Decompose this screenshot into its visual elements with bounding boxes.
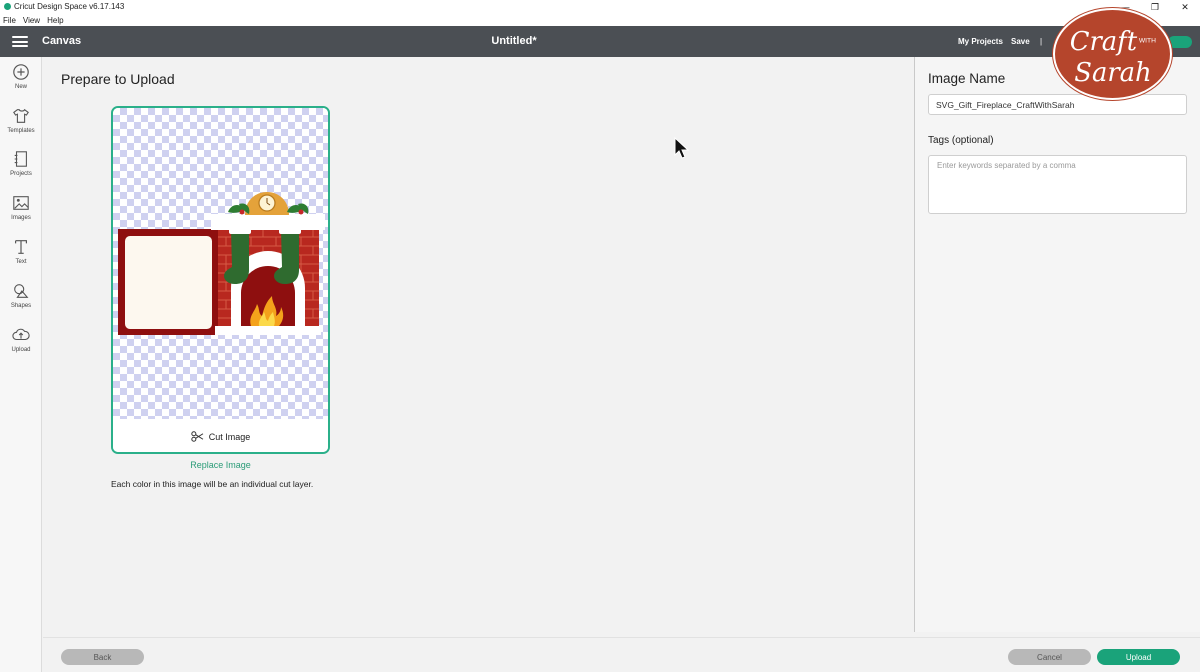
cut-image-row: Cut Image [113, 419, 328, 452]
sidebar-item-upload[interactable]: Upload [0, 326, 42, 366]
cancel-button[interactable]: Cancel [1008, 649, 1091, 665]
cloud-upload-icon [12, 328, 30, 341]
app-header: Canvas Untitled* My Projects Save | [0, 26, 1200, 57]
brand-line-3: Sarah [1074, 58, 1151, 88]
cut-image-label: Cut Image [208, 431, 251, 442]
window-title-text: Cricut Design Space v6.17.143 [14, 2, 125, 11]
sidebar-item-shapes[interactable]: Shapes [0, 282, 42, 322]
menu-help[interactable]: Help [47, 16, 63, 25]
fireplace-artwork-image [118, 192, 325, 335]
tags-label: Tags (optional) [928, 135, 994, 146]
replace-image-link[interactable]: Replace Image [111, 460, 330, 470]
sidebar-item-label: Shapes [10, 303, 32, 309]
header-separator: | [1040, 37, 1043, 46]
app-logo-icon [4, 3, 11, 10]
cut-layer-info-text: Each color in this image will be an indi… [111, 479, 314, 489]
craft-with-sarah-logo: Craft WITH Sarah [1053, 8, 1172, 100]
plus-circle-icon [13, 64, 29, 80]
window-menubar: File View Help [0, 14, 1200, 26]
sidebar-item-images[interactable]: Images [0, 194, 42, 234]
notebook-icon [14, 151, 27, 167]
my-projects-button[interactable]: My Projects [958, 37, 1003, 46]
image-icon [13, 196, 29, 210]
back-button[interactable]: Back [61, 649, 144, 665]
mouse-cursor-icon [674, 137, 690, 159]
sidebar-item-templates[interactable]: Templates [0, 107, 42, 147]
brand-logo-art: Craft WITH Sarah [1070, 27, 1156, 88]
text-t-icon [15, 240, 27, 254]
tool-sidebar: New Templates Projects Images Text Shape… [0, 57, 42, 672]
tags-input[interactable] [928, 155, 1187, 214]
sidebar-item-new[interactable]: New [0, 63, 42, 103]
sidebar-item-label: New [14, 84, 27, 90]
header-toggle-switch[interactable] [1168, 36, 1192, 48]
footer-bar: Back Cancel Upload [43, 637, 1200, 672]
shirt-icon [13, 108, 29, 123]
sidebar-item-text[interactable]: Text [0, 238, 42, 278]
sidebar-item-projects[interactable]: Projects [0, 150, 42, 190]
sidebar-item-label: Upload [11, 347, 31, 353]
page-title: Prepare to Upload [61, 71, 175, 87]
upload-button[interactable]: Upload [1097, 649, 1180, 665]
image-details-panel: Image Name Tags (optional) [914, 57, 1200, 632]
sidebar-item-label: Projects [10, 171, 32, 177]
window-title: Cricut Design Space v6.17.143 [4, 2, 124, 11]
sidebar-item-label: Images [11, 215, 31, 221]
sidebar-item-label: Templates [7, 128, 35, 134]
sidebar-item-label: Text [15, 259, 27, 265]
main-canvas: Prepare to Upload Cut Image Replace Imag… [43, 57, 914, 637]
image-preview-card: Cut Image [111, 106, 330, 454]
window-titlebar: Cricut Design Space v6.17.143 — ❐ ✕ [0, 0, 1200, 14]
project-title: Untitled* [491, 35, 537, 47]
brand-line-2: WITH [1139, 38, 1156, 45]
save-button[interactable]: Save [1011, 37, 1030, 46]
close-button[interactable]: ✕ [1170, 0, 1200, 14]
shapes-icon [14, 284, 29, 298]
image-name-heading: Image Name [928, 71, 1006, 86]
menu-view[interactable]: View [23, 16, 40, 25]
scissors-icon [191, 431, 204, 442]
menu-file[interactable]: File [3, 16, 16, 25]
brand-line-1: Craft [1070, 27, 1138, 57]
